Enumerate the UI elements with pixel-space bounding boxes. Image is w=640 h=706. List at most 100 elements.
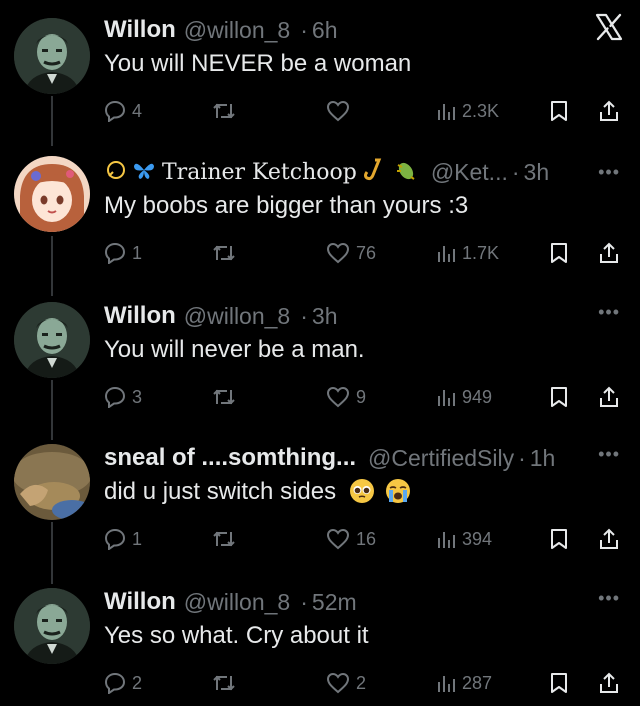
views-icon	[436, 528, 456, 550]
sparkle-emoji-icon	[104, 158, 128, 187]
separator-dot: ·	[518, 444, 526, 471]
view-count: 949	[462, 386, 493, 407]
more-icon[interactable]: •••	[598, 588, 620, 609]
separator-dot: ·	[511, 158, 520, 185]
separator-dot: ·	[300, 588, 308, 615]
reply-button[interactable]: 1	[104, 238, 142, 268]
reply-count: 1	[132, 528, 143, 549]
tweet-time[interactable]: 52m	[312, 589, 357, 616]
share-icon	[598, 528, 620, 550]
like-button[interactable]: 76	[326, 238, 376, 268]
views-icon	[436, 242, 456, 264]
pleading-face-emoji-icon	[349, 478, 382, 505]
tweet-time[interactable]: 3h	[312, 303, 338, 330]
retweet-button[interactable]	[212, 382, 236, 412]
retweet-icon	[212, 528, 236, 550]
heart-icon	[326, 242, 350, 264]
avatar[interactable]	[14, 588, 90, 664]
action-bar: 3 9 949	[104, 382, 624, 412]
retweet-button[interactable]	[212, 524, 236, 554]
author-name[interactable]: sneal of ....somthing...	[104, 444, 356, 472]
views-icon	[436, 672, 456, 694]
heart-icon	[326, 386, 350, 408]
tweet-text: My boobs are bigger than yours :3	[104, 192, 469, 219]
action-bar: 1 16 394	[104, 524, 624, 554]
more-icon[interactable]: •••	[598, 302, 620, 323]
view-count: 1.7K	[462, 242, 500, 263]
reply-count: 2	[132, 672, 143, 693]
like-button[interactable]: 9	[326, 382, 366, 412]
share-icon	[598, 242, 620, 264]
author-handle[interactable]: @CertifiedSily	[368, 445, 514, 472]
retweet-button[interactable]	[212, 238, 236, 268]
author-handle[interactable]: @willon_8	[184, 589, 290, 616]
reply-button[interactable]: 3	[104, 382, 142, 412]
avatar[interactable]	[14, 18, 90, 94]
tweet[interactable]: sneal of ....somthing... @CertifiedSily …	[0, 442, 640, 562]
tweet-text: You will NEVER be a woman	[104, 50, 412, 77]
reply-button[interactable]: 4	[104, 96, 142, 126]
bookmark-button[interactable]	[550, 238, 568, 268]
tweet[interactable]: Trainer Ketchoop @Ket... · 3h ••• My boo…	[0, 156, 640, 276]
bookmark-button[interactable]	[550, 668, 568, 698]
author-name[interactable]: Willon	[104, 588, 176, 616]
more-icon[interactable]: •••	[598, 162, 620, 183]
views-button[interactable]: 949	[436, 382, 492, 412]
views-button[interactable]: 1.7K	[436, 238, 499, 268]
share-button[interactable]	[598, 382, 620, 412]
author-name[interactable]: Willon	[104, 16, 176, 44]
heart-icon	[326, 672, 350, 694]
like-button[interactable]: 2	[326, 668, 366, 698]
author-name[interactable]: Trainer Ketchoop	[162, 160, 357, 185]
views-button[interactable]: 2.3K	[436, 96, 499, 126]
bookmark-button[interactable]	[550, 96, 568, 126]
tweet-time[interactable]: 6h	[312, 17, 338, 44]
retweet-icon	[212, 672, 236, 694]
more-icon[interactable]: •••	[598, 444, 620, 465]
bookmark-button[interactable]	[550, 524, 568, 554]
views-button[interactable]: 394	[436, 524, 492, 554]
tweet[interactable]: Willon @willon_8 · 3h ••• You will never…	[0, 300, 640, 420]
avatar[interactable]	[14, 444, 90, 520]
tweet-text-content: did u just switch sides	[104, 478, 337, 505]
share-button[interactable]	[598, 668, 620, 698]
tweet[interactable]: Willon @willon_8 · 6h You will NEVER be …	[0, 14, 640, 134]
share-icon	[598, 672, 620, 694]
avatar[interactable]	[14, 302, 90, 378]
bookmark-icon	[550, 672, 568, 694]
share-button[interactable]	[598, 96, 620, 126]
bookmark-icon	[550, 386, 568, 408]
view-count: 394	[462, 528, 493, 549]
tweet-time[interactable]: 1h	[530, 445, 556, 472]
tweet-time[interactable]: 3h	[524, 159, 550, 186]
share-button[interactable]	[598, 238, 620, 268]
bug-emoji-icon	[393, 157, 419, 188]
author-handle[interactable]: @Ket...	[431, 159, 508, 186]
tweet-text: did u just switch sides	[104, 478, 411, 506]
reply-icon	[104, 672, 126, 694]
author-handle[interactable]: @willon_8	[184, 303, 290, 330]
share-button[interactable]	[598, 524, 620, 554]
tweet-text: Yes so what. Cry about it	[104, 622, 369, 649]
author-handle[interactable]: @willon_8	[184, 17, 290, 44]
reply-button[interactable]: 1	[104, 524, 142, 554]
tweet[interactable]: Willon @willon_8 · 52m ••• Yes so what. …	[0, 586, 640, 704]
heart-icon	[326, 100, 350, 122]
reply-button[interactable]: 2	[104, 668, 142, 698]
like-button[interactable]: 16	[326, 524, 376, 554]
views-icon	[436, 100, 456, 122]
retweet-button[interactable]	[212, 668, 236, 698]
avatar[interactable]	[14, 156, 90, 232]
tweet-text: You will never be a man.	[104, 336, 365, 363]
butterfly-emoji-icon	[132, 158, 156, 187]
like-button[interactable]	[326, 96, 356, 126]
bookmark-button[interactable]	[550, 382, 568, 412]
author-name[interactable]: Willon	[104, 302, 176, 330]
retweet-button[interactable]	[212, 96, 236, 126]
views-button[interactable]: 287	[436, 668, 492, 698]
reply-icon	[104, 242, 126, 264]
action-bar: 4 2.3K	[104, 96, 624, 126]
bookmark-icon	[550, 528, 568, 550]
retweet-icon	[212, 242, 236, 264]
heart-icon	[326, 528, 350, 550]
